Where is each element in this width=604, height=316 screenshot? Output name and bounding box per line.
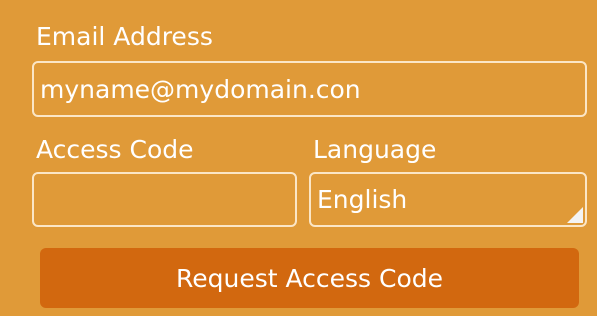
email-field-value: myname@mydomain.con [40,74,361,104]
dropdown-corner-icon [567,207,583,223]
request-access-form: Email Address myname@mydomain.con Access… [0,0,597,316]
language-selected-value: English [317,185,408,214]
language-label: Language [313,135,437,164]
access-code-field[interactable] [32,172,297,227]
request-access-code-button-label: Request Access Code [175,263,444,293]
request-access-code-button[interactable]: Request Access Code [40,248,579,308]
access-code-label: Access Code [36,135,194,164]
email-field[interactable]: myname@mydomain.con [32,61,587,117]
language-select[interactable]: English [309,172,587,227]
email-address-label: Email Address [36,22,213,51]
